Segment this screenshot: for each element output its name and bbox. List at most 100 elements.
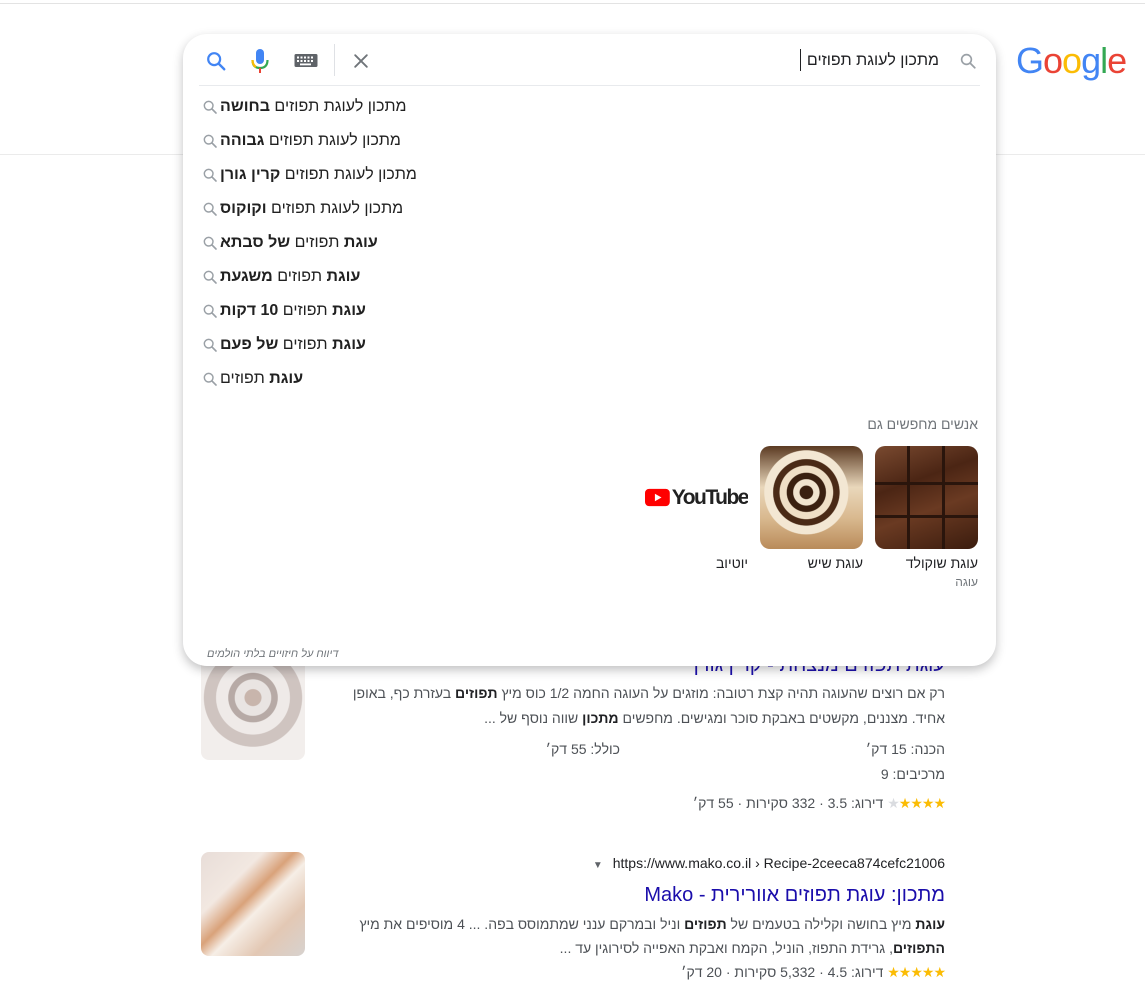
suggestion-bold: של פעם — [220, 336, 279, 353]
snippet-part-bold: התפוזים — [892, 940, 945, 956]
logo-letter: o — [1043, 40, 1063, 81]
result-url-text: https://www.mako.co.il › Recipe-2ceeca87… — [612, 855, 945, 871]
suggestion-bold: משגעת — [220, 268, 273, 285]
marble-cake-image[interactable] — [760, 446, 863, 549]
top-border — [0, 3, 1145, 4]
snippet-part-bold: תפוזים — [455, 685, 498, 701]
more-options-icon[interactable]: ▼ — [593, 860, 603, 871]
search-icon — [200, 165, 220, 185]
rating-text: דירוג: 4.5 · 5,332 סקירות · 20 דק׳ — [681, 964, 884, 980]
snippet-part: רק אם רוצים שהעוגה תהיה קצת רטובה: מוזגי… — [497, 685, 945, 701]
logo-letter: l — [1100, 40, 1108, 81]
related-card[interactable]: YouTube יוטיוב — [645, 446, 748, 571]
suggestion-item[interactable]: עוגת תפוזים משגעת — [200, 260, 980, 294]
suggestion-text: עוגת תפוזים משגעת — [220, 268, 360, 286]
mic-icon[interactable] — [246, 47, 274, 75]
close-icon[interactable] — [347, 47, 375, 75]
chocolate-cake-image[interactable] — [875, 446, 978, 549]
snippet-part-bold: מתכון — [582, 710, 619, 726]
suggestion-plain: תפוזים — [277, 268, 323, 285]
suggestion-bold-prefix: עוגת — [343, 234, 378, 251]
search-result: https://www.mako.co.il › Recipe-2ceeca87… — [200, 852, 946, 985]
suggestion-bold: גבוהה — [220, 132, 265, 149]
result-thumbnail[interactable] — [201, 852, 305, 956]
result-url[interactable]: https://www.mako.co.il › Recipe-2ceeca87… — [200, 852, 945, 877]
search-icon — [200, 267, 220, 287]
suggestion-plain: מתכון לעוגת תפוזים — [271, 200, 404, 217]
suggestion-plain: תפוזים — [220, 370, 265, 387]
rating-text: דירוג: 3.5 · 332 סקירות · 55 דק׳ — [692, 795, 884, 811]
search-bar-divider — [199, 85, 980, 86]
ingredients-count: מרכיבים: 9 — [880, 766, 945, 782]
suggestion-text: עוגת תפוזים של פעם — [220, 336, 366, 354]
snippet-part: , גרידת התפוז, הוניל, הקמח ואבקת האפייה … — [559, 940, 893, 956]
suggestion-item[interactable]: מתכון לעוגת תפוזים וקוקוס — [200, 192, 980, 226]
suggestion-item[interactable]: מתכון לעוגת תפוזים בחושה — [200, 90, 980, 124]
suggestion-plain: תפוזים — [294, 234, 340, 251]
suggestion-bold-prefix: עוגת — [332, 302, 366, 319]
suggestion-bold-prefix: עוגת — [326, 268, 361, 285]
snippet-part-bold: עוגת — [915, 916, 945, 932]
search-autocomplete-popup: מתכון לעוגת תפוזים בחושה מתכון לעוגת תפו… — [183, 34, 996, 666]
google-logo[interactable]: Google — [1016, 40, 1127, 82]
suggestion-list: מתכון לעוגת תפוזים בחושה מתכון לעוגת תפו… — [200, 90, 980, 396]
suggestion-bold: של סבתא — [220, 234, 291, 251]
suggestion-text: מתכון לעוגת תפוזים גבוהה — [220, 132, 401, 150]
suggestion-item[interactable]: מתכון לעוגת תפוזים קרין גורן — [200, 158, 980, 192]
suggestion-bold: קרין גורן — [220, 166, 281, 183]
suggestion-item[interactable]: עוגת תפוזים 10 דקות — [200, 294, 980, 328]
suggestion-item[interactable]: עוגת תפוזים של סבתא — [200, 226, 980, 260]
suggestion-bold: וקוקוס — [220, 200, 267, 217]
rating-stars: ★★★★★ — [887, 964, 946, 980]
related-card[interactable]: עוגת שיש — [760, 446, 863, 571]
search-result: עוגת תפוזים מנצחת - קרין גורן רק אם רוצי… — [200, 652, 946, 816]
result-snippet: עוגת מיץ בחושה וקלילה בטעמים של תפוזים ו… — [325, 912, 945, 960]
suggestion-text: עוגת תפוזים — [220, 370, 303, 388]
suggestion-bold-prefix: עוגת — [269, 370, 304, 387]
rating-row: ★★★★★ דירוג: 4.5 · 5,332 סקירות · 20 דק׳ — [200, 960, 946, 985]
result-snippet: רק אם רוצים שהעוגה תהיה קצת רטובה: מוזגי… — [325, 681, 945, 731]
keyboard-icon[interactable] — [292, 47, 320, 75]
toolbar-divider — [334, 44, 335, 76]
card-label: יוטיוב — [715, 555, 748, 571]
card-sublabel: עוגה — [955, 575, 978, 589]
suggestion-item[interactable]: עוגת תפוזים — [200, 362, 980, 396]
search-icon — [200, 301, 220, 321]
snippet-part: שווה נוסף של ... — [484, 710, 583, 726]
recipe-times: הכנה: 15 דק׳ כולל: 55 דק׳ — [200, 737, 945, 762]
search-icon — [200, 131, 220, 151]
suggestion-item[interactable]: עוגת תפוזים של פעם — [200, 328, 980, 362]
suggestion-plain: תפוזים — [282, 302, 328, 319]
suggestion-text: מתכון לעוגת תפוזים וקוקוס — [220, 200, 403, 218]
search-icon — [200, 97, 220, 117]
text-caret — [800, 49, 801, 71]
search-input[interactable] — [497, 46, 941, 76]
logo-letter: G — [1016, 40, 1044, 81]
rating-row: ★★★★★ דירוג: 3.5 · 332 סקירות · 55 דק׳ — [200, 791, 946, 816]
search-icon — [954, 47, 982, 75]
suggestion-bold-prefix: עוגת — [332, 336, 366, 353]
suggestion-text: עוגת תפוזים של סבתא — [220, 234, 378, 252]
youtube-wordmark: YouTube — [671, 485, 748, 509]
youtube-play-icon — [645, 488, 670, 507]
search-icon — [200, 233, 220, 253]
suggestion-bold: בחושה — [220, 98, 270, 115]
snippet-part-bold: תפוזים — [684, 916, 727, 932]
search-icon — [200, 369, 220, 389]
suggestion-plain: מתכון לעוגת תפוזים — [274, 98, 407, 115]
suggestion-plain: תפוזים — [282, 336, 328, 353]
related-card[interactable]: עוגת שוקולד עוגה — [875, 446, 978, 589]
snippet-part: מיץ בחושה וקלילה בטעמים של — [726, 916, 916, 932]
logo-letter: g — [1081, 40, 1101, 81]
suggestion-text: מתכון לעוגת תפוזים בחושה — [220, 98, 407, 116]
search-icon — [200, 335, 220, 355]
suggestion-text: מתכון לעוגת תפוזים קרין גורן — [220, 166, 417, 184]
suggestion-item[interactable]: מתכון לעוגת תפוזים גבוהה — [200, 124, 980, 158]
total-time: כולל: 55 דק׳ — [545, 741, 620, 757]
search-button-icon[interactable] — [202, 47, 230, 75]
logo-letter: e — [1107, 40, 1127, 81]
youtube-logo[interactable]: YouTube — [645, 446, 748, 549]
report-predictions-link[interactable]: דיווח על חיזויים בלתי הולמים — [207, 648, 338, 660]
result-title[interactable]: מתכון: עוגת תפוזים אוורירית - Mako — [200, 882, 945, 908]
rating-stars: ★★★★★ — [887, 795, 946, 811]
